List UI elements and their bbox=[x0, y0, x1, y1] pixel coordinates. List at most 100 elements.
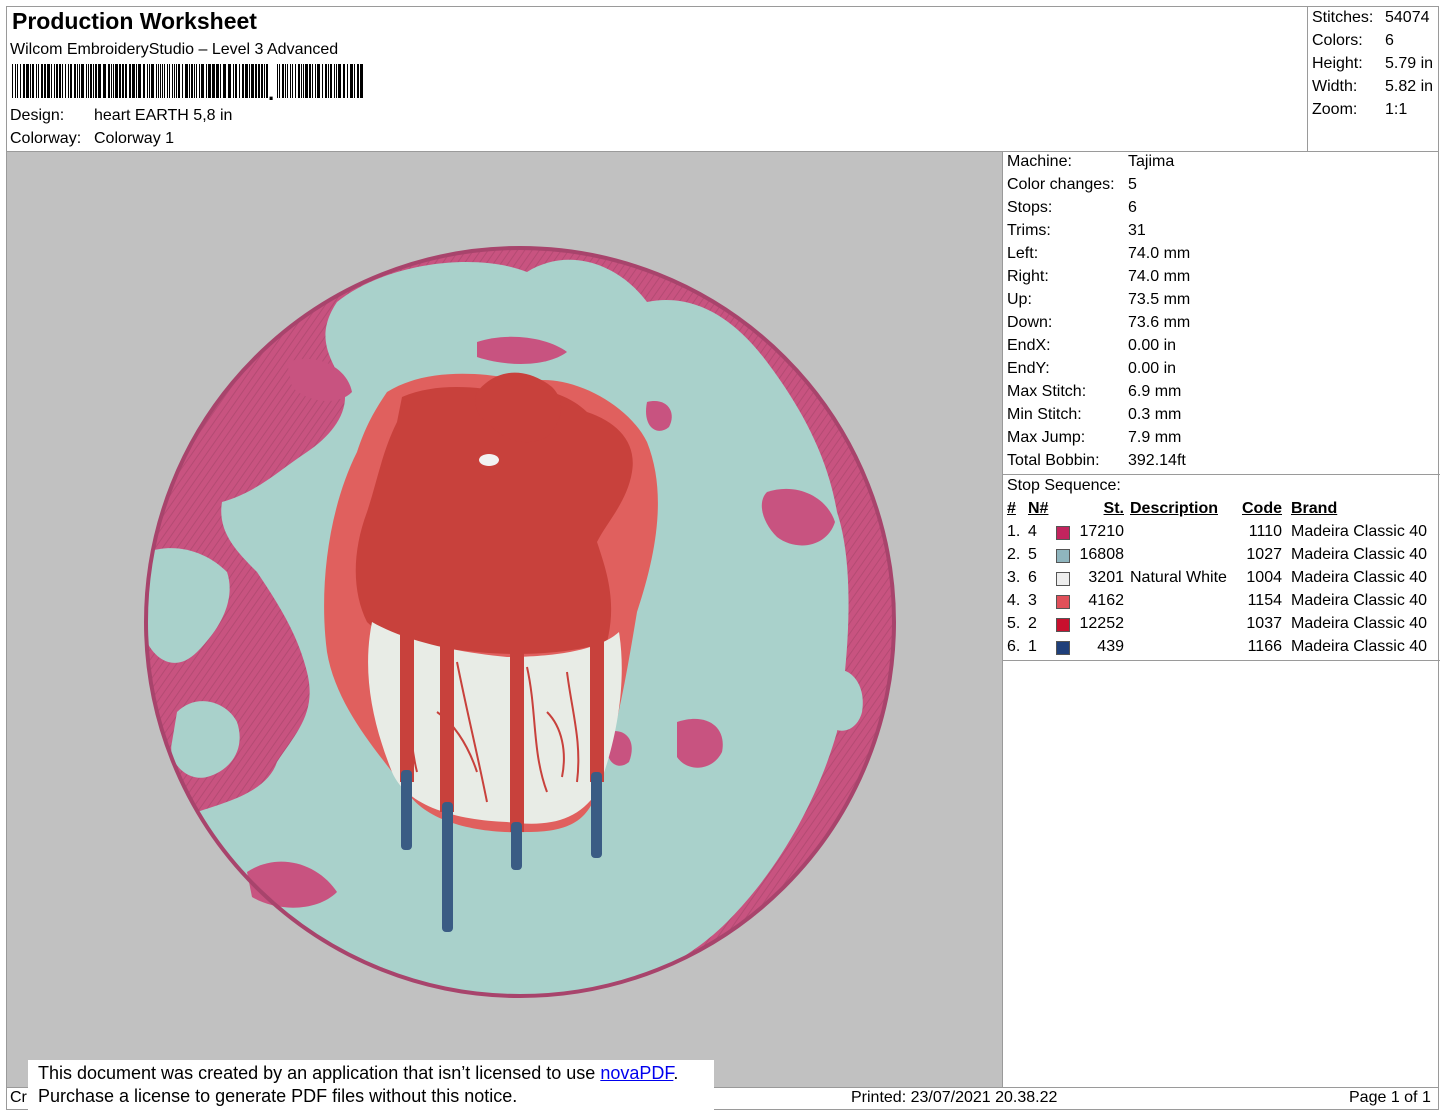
info-row: Left: 74.0 mm bbox=[1007, 245, 1190, 263]
row-code: 1154 bbox=[1247, 592, 1282, 609]
table-row: 6. 1 439 1166 Madeira Classic 40 bbox=[1003, 638, 1440, 660]
stat-value: 54074 bbox=[1385, 9, 1430, 26]
table-row: 3. 6 3201 Natural White 1004 Madeira Cla… bbox=[1003, 569, 1440, 591]
info-row: Max Stitch: 6.9 mm bbox=[1007, 383, 1181, 401]
stat-row: Width: 5.82 in bbox=[1312, 78, 1433, 96]
page-title: Production Worksheet bbox=[12, 8, 257, 34]
row-brand: Madeira Classic 40 bbox=[1291, 638, 1428, 655]
info-row: Max Jump: 7.9 mm bbox=[1007, 429, 1181, 447]
info-panel: Machine: Tajima Color changes: 5 Stops: 6 T… bbox=[1002, 152, 1440, 1087]
row-idx: 1. bbox=[1007, 523, 1021, 540]
table-row: 2. 5 16808 1027 Madeira Classic 40 bbox=[1003, 546, 1440, 568]
color-swatch bbox=[1056, 595, 1070, 609]
stat-value: 1:1 bbox=[1385, 101, 1408, 118]
stat-value: 5.79 in bbox=[1385, 55, 1434, 72]
info-label: Down: bbox=[1007, 314, 1053, 331]
row-stitches: 16808 bbox=[1079, 546, 1125, 563]
stat-row: Zoom: 1:1 bbox=[1312, 101, 1407, 119]
info-label: EndY: bbox=[1007, 360, 1050, 377]
info-row: Up: 73.5 mm bbox=[1007, 291, 1190, 309]
row-idx: 2. bbox=[1007, 546, 1021, 563]
info-label: Machine: bbox=[1007, 153, 1072, 170]
info-value: 6 bbox=[1128, 199, 1137, 216]
design-value: heart EARTH 5,8 in bbox=[94, 107, 233, 124]
stat-label: Height: bbox=[1312, 55, 1363, 72]
row-idx: 5. bbox=[1007, 615, 1021, 632]
info-row: Min Stitch: 0.3 mm bbox=[1007, 406, 1181, 424]
row-needle: 2 bbox=[1028, 615, 1037, 632]
info-label: Right: bbox=[1007, 268, 1049, 285]
info-label: Up: bbox=[1007, 291, 1032, 308]
table-row: 5. 2 12252 1037 Madeira Classic 40 bbox=[1003, 615, 1440, 637]
design-row: Design: heart EARTH 5,8 in bbox=[10, 107, 232, 125]
embroidery-image bbox=[144, 246, 896, 998]
notice-text: This document was created by an applicat… bbox=[38, 1063, 601, 1083]
info-value: 74.0 mm bbox=[1128, 268, 1191, 285]
row-needle: 6 bbox=[1028, 569, 1037, 586]
info-value: 74.0 mm bbox=[1128, 245, 1191, 262]
info-label: Trims: bbox=[1007, 222, 1051, 239]
color-swatch bbox=[1056, 641, 1070, 655]
stats-panel: Stitches: 54074 Colors: 6 Height: 5.79 in W… bbox=[1307, 6, 1439, 152]
table-row: 4. 3 4162 1154 Madeira Classic 40 bbox=[1003, 592, 1440, 614]
row-idx: 6. bbox=[1007, 638, 1021, 655]
row-description: Natural White bbox=[1130, 569, 1227, 586]
info-row: EndX: 0.00 in bbox=[1007, 337, 1176, 355]
heart-highlight bbox=[479, 454, 499, 466]
info-value: 0.00 in bbox=[1128, 337, 1177, 354]
stop-sequence-header: # N# St. Description Code Brand bbox=[1003, 500, 1440, 522]
info-label: Max Jump: bbox=[1007, 429, 1086, 446]
color-swatch bbox=[1056, 618, 1070, 632]
table-row: 1. 4 17210 1110 Madeira Classic 40 bbox=[1003, 523, 1440, 545]
stat-label: Zoom: bbox=[1312, 101, 1358, 118]
row-brand: Madeira Classic 40 bbox=[1291, 615, 1428, 632]
notice-line-2: Purchase a license to generate PDF files… bbox=[38, 1086, 518, 1106]
design-preview bbox=[7, 152, 1002, 1087]
notice-period: . bbox=[673, 1063, 679, 1083]
info-value: 7.9 mm bbox=[1128, 429, 1182, 446]
novapdf-link[interactable]: novaPDF bbox=[600, 1063, 673, 1083]
info-value: 5 bbox=[1128, 176, 1137, 193]
row-needle: 1 bbox=[1028, 638, 1037, 655]
header-code: Code bbox=[1242, 500, 1282, 517]
row-needle: 3 bbox=[1028, 592, 1037, 609]
row-stitches: 3201 bbox=[1088, 569, 1124, 586]
info-label: Min Stitch: bbox=[1007, 406, 1082, 423]
software-name: Wilcom EmbroideryStudio – Level 3 Advanc… bbox=[10, 41, 339, 58]
info-label: Max Stitch: bbox=[1007, 383, 1087, 400]
row-needle: 4 bbox=[1028, 523, 1037, 540]
color-swatch bbox=[1056, 549, 1070, 563]
info-label: Stops: bbox=[1007, 199, 1053, 216]
footer-created: Cr bbox=[10, 1089, 27, 1106]
row-brand: Madeira Classic 40 bbox=[1291, 592, 1428, 609]
colorway-row: Colorway: Colorway 1 bbox=[10, 130, 174, 148]
color-swatch bbox=[1056, 572, 1070, 586]
info-value: 73.5 mm bbox=[1128, 291, 1191, 308]
info-row: Down: 73.6 mm bbox=[1007, 314, 1190, 332]
header-brand: Brand bbox=[1291, 500, 1338, 517]
row-stitches: 439 bbox=[1097, 638, 1124, 655]
stat-row: Stitches: 54074 bbox=[1312, 9, 1430, 27]
row-brand: Madeira Classic 40 bbox=[1291, 546, 1428, 563]
colorway-value: Colorway 1 bbox=[94, 130, 175, 147]
header-idx: # bbox=[1007, 500, 1016, 517]
info-label: Total Bobbin: bbox=[1007, 452, 1100, 469]
info-label: Left: bbox=[1007, 245, 1039, 262]
stat-row: Height: 5.79 in bbox=[1312, 55, 1433, 73]
info-label: Color changes: bbox=[1007, 176, 1115, 193]
info-label: EndX: bbox=[1007, 337, 1051, 354]
row-code: 1037 bbox=[1246, 615, 1282, 632]
info-value: 392.14ft bbox=[1128, 452, 1186, 469]
color-swatch bbox=[1056, 526, 1070, 540]
stat-label: Colors: bbox=[1312, 32, 1363, 49]
row-code: 1027 bbox=[1246, 546, 1282, 563]
info-value: 31 bbox=[1128, 222, 1146, 239]
license-notice: This document was created by an applicat… bbox=[28, 1060, 714, 1112]
stat-label: Width: bbox=[1312, 78, 1358, 95]
row-idx: 4. bbox=[1007, 592, 1021, 609]
info-row: Total Bobbin: 392.14ft bbox=[1007, 452, 1186, 470]
info-divider bbox=[1003, 474, 1440, 475]
row-brand: Madeira Classic 40 bbox=[1291, 523, 1428, 540]
stat-label: Stitches: bbox=[1312, 9, 1374, 26]
info-row: Machine: Tajima bbox=[1007, 153, 1174, 171]
